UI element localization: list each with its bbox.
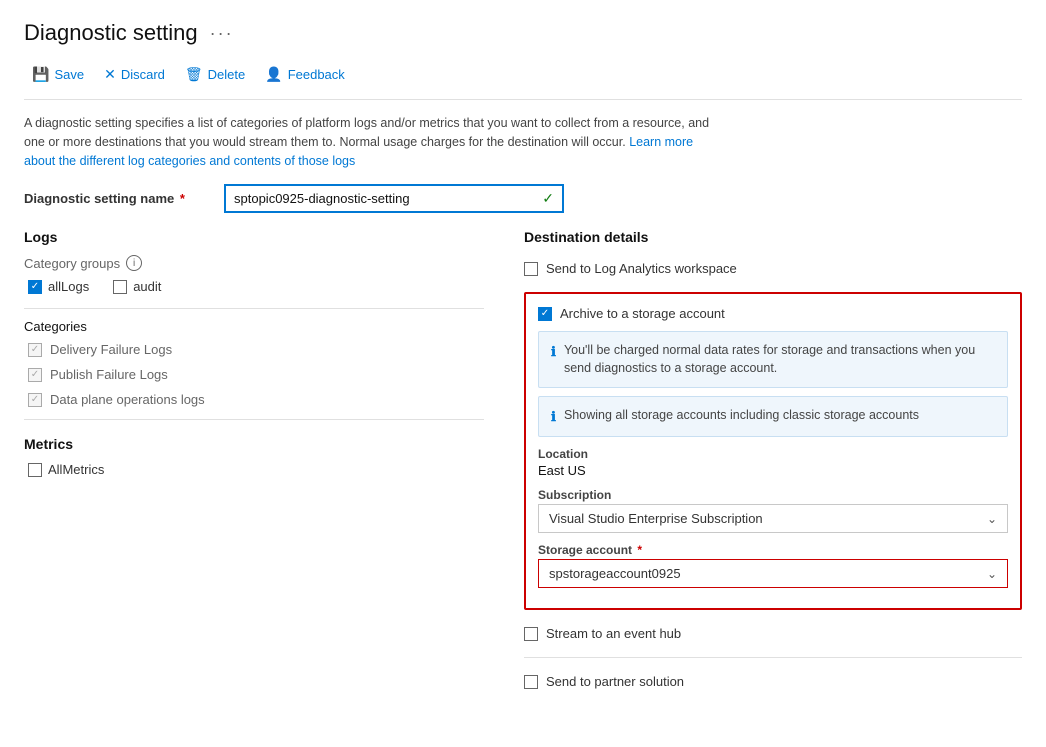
feedback-button[interactable]: 👤 Feedback <box>257 62 353 87</box>
storage-account-label: Storage account * <box>538 543 1008 557</box>
subscription-chevron-icon: ⌄ <box>987 512 997 526</box>
allLogs-checkbox[interactable]: ✓ allLogs <box>28 279 89 294</box>
diagnostic-name-row: Diagnostic setting name * sptopic0925-di… <box>24 184 1022 213</box>
subscription-select[interactable]: Visual Studio Enterprise Subscription ⌄ <box>538 504 1008 533</box>
category-groups-info-icon[interactable]: i <box>126 255 142 271</box>
storage-accounts-info-banner: ℹ Showing all storage accounts including… <box>538 396 1008 437</box>
location-value: East US <box>538 463 1008 478</box>
storage-account-field: Storage account * spstorageaccount0925 ⌄ <box>538 543 1008 588</box>
metrics-section-title: Metrics <box>24 436 484 452</box>
save-icon: 💾 <box>32 66 49 83</box>
partner-solution-option: Send to partner solution <box>524 668 1022 695</box>
storage-account-select[interactable]: spstorageaccount0925 ⌄ <box>538 559 1008 588</box>
delivery-failure-checkbox-disabled-icon: ✓ <box>28 343 42 357</box>
category-groups-checkboxes: ✓ allLogs audit <box>28 279 484 294</box>
page-title: Diagnostic setting <box>24 20 198 46</box>
event-hub-checkbox-icon <box>524 627 538 641</box>
archive-header: ✓ Archive to a storage account <box>538 306 1008 321</box>
category-groups-label: Category groups i <box>24 255 484 271</box>
toolbar: 💾 Save ✕ Discard 🗑 Delete 👤 Feedback <box>24 62 1022 100</box>
delete-button[interactable]: 🗑 Delete <box>177 62 253 87</box>
log-analytics-checkbox-icon <box>524 262 538 276</box>
audit-unchecked-icon <box>113 280 127 294</box>
allMetrics-checkbox[interactable]: AllMetrics <box>28 462 104 477</box>
subscription-label: Subscription <box>538 488 1008 502</box>
trash-icon: 🗑 <box>185 66 203 83</box>
location-field: Location East US <box>538 447 1008 478</box>
metrics-checkboxes: AllMetrics <box>28 462 484 477</box>
destination-section-title: Destination details <box>524 229 1022 245</box>
required-indicator: * <box>180 191 185 206</box>
data-plane-logs-item: ✓ Data plane operations logs <box>28 392 484 407</box>
close-icon: ✕ <box>104 66 116 83</box>
logs-divider <box>24 308 484 309</box>
categories-title: Categories <box>24 319 484 334</box>
main-content: Logs Category groups i ✓ allLogs audit C… <box>24 229 1022 705</box>
page-title-dots: ··· <box>210 23 234 44</box>
discard-button[interactable]: ✕ Discard <box>96 62 173 87</box>
audit-checkbox[interactable]: audit <box>113 279 161 294</box>
event-hub-divider <box>524 657 1022 658</box>
location-label: Location <box>538 447 1008 461</box>
archive-storage-checkbox-icon[interactable]: ✓ <box>538 307 552 321</box>
publish-failure-checkbox-disabled-icon: ✓ <box>28 368 42 382</box>
logs-section-title: Logs <box>24 229 484 245</box>
allMetrics-unchecked-icon <box>28 463 42 477</box>
partner-solution-label[interactable]: Send to partner solution <box>546 674 684 689</box>
metrics-section: Metrics AllMetrics <box>24 436 484 477</box>
log-analytics-option: Send to Log Analytics workspace <box>524 255 1022 282</box>
categories-section: Categories ✓ Delivery Failure Logs ✓ Pub… <box>24 319 484 407</box>
left-panel: Logs Category groups i ✓ allLogs audit C… <box>24 229 484 705</box>
logs-metrics-divider <box>24 419 484 420</box>
feedback-icon: 👤 <box>265 66 282 83</box>
subscription-field: Subscription Visual Studio Enterprise Su… <box>538 488 1008 533</box>
partner-solution-checkbox-icon <box>524 675 538 689</box>
data-plane-checkbox-disabled-icon: ✓ <box>28 393 42 407</box>
event-hub-option: Stream to an event hub <box>524 620 1022 647</box>
description-text: A diagnostic setting specifies a list of… <box>24 114 724 170</box>
validation-check-icon: ✓ <box>542 190 554 207</box>
right-panel: Destination details Send to Log Analytic… <box>524 229 1022 705</box>
delivery-failure-logs-item: ✓ Delivery Failure Logs <box>28 342 484 357</box>
publish-failure-logs-item: ✓ Publish Failure Logs <box>28 367 484 382</box>
diagnostic-name-label: Diagnostic setting name * <box>24 191 224 206</box>
info-icon-1: ℹ <box>551 343 556 361</box>
save-button[interactable]: 💾 Save <box>24 62 92 87</box>
diagnostic-name-input[interactable]: sptopic0925-diagnostic-setting ✓ <box>224 184 564 213</box>
storage-charge-info-banner: ℹ You'll be charged normal data rates fo… <box>538 331 1008 388</box>
archive-storage-label[interactable]: Archive to a storage account <box>560 306 725 321</box>
info-icon-2: ℹ <box>551 408 556 426</box>
allLogs-checked-icon: ✓ <box>28 280 42 294</box>
storage-required-indicator: * <box>637 543 642 557</box>
storage-account-chevron-icon: ⌄ <box>987 567 997 581</box>
event-hub-label[interactable]: Stream to an event hub <box>546 626 681 641</box>
page-header: Diagnostic setting ··· <box>24 20 1022 46</box>
archive-storage-box: ✓ Archive to a storage account ℹ You'll … <box>524 292 1022 610</box>
